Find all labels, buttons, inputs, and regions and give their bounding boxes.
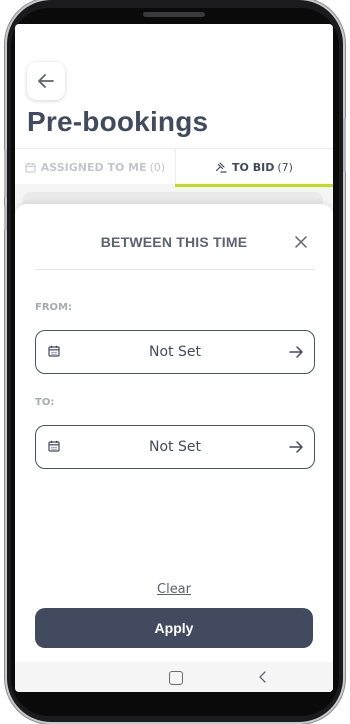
back-button[interactable] (27, 62, 65, 100)
tab-bid-count: (7) (277, 160, 293, 174)
close-button[interactable] (291, 232, 311, 252)
arrow-right-icon (289, 441, 303, 453)
close-icon (295, 236, 307, 248)
to-label: TO: (35, 397, 55, 408)
calendar-icon (25, 162, 36, 172)
from-label: FROM: (35, 302, 72, 313)
tab-bid-label: TO BID (232, 160, 275, 174)
tab-to-bid[interactable]: TO BID (7) (175, 149, 333, 185)
arrow-left-icon (38, 74, 54, 88)
home-icon[interactable] (169, 671, 183, 685)
volume-button (4, 150, 7, 198)
system-nav-bar (15, 662, 333, 692)
tab-assigned-label: ASSIGNED TO ME (40, 160, 147, 174)
tab-assigned-to-me[interactable]: ASSIGNED TO ME (0) (15, 149, 176, 185)
from-date-field[interactable]: Not Set (35, 330, 315, 374)
to-date-field[interactable]: Not Set (35, 425, 315, 469)
to-value: Not Set (149, 439, 201, 455)
gavel-icon (215, 162, 227, 173)
divider (35, 269, 315, 270)
tab-assigned-count: (0) (149, 160, 166, 174)
clear-link[interactable]: Clear (15, 582, 333, 597)
arrow-right-icon (289, 346, 303, 358)
power-button (343, 118, 346, 172)
tab-bar: ASSIGNED TO ME (0) TO BID (7) (15, 148, 333, 187)
time-filter-sheet: BETWEEN THIS TIME FROM: Not Set TO: Not … (15, 204, 333, 662)
back-nav-icon[interactable] (257, 670, 269, 684)
speaker-grille (143, 12, 205, 17)
app-screen: Pre-bookings ASSIGNED TO ME (0) TO BID (… (15, 24, 333, 692)
bixby-button (4, 205, 7, 231)
apply-button[interactable]: Apply (35, 608, 313, 648)
from-value: Not Set (149, 344, 201, 360)
sheet-title: BETWEEN THIS TIME (100, 234, 248, 250)
page-title: Pre-bookings (27, 106, 209, 137)
